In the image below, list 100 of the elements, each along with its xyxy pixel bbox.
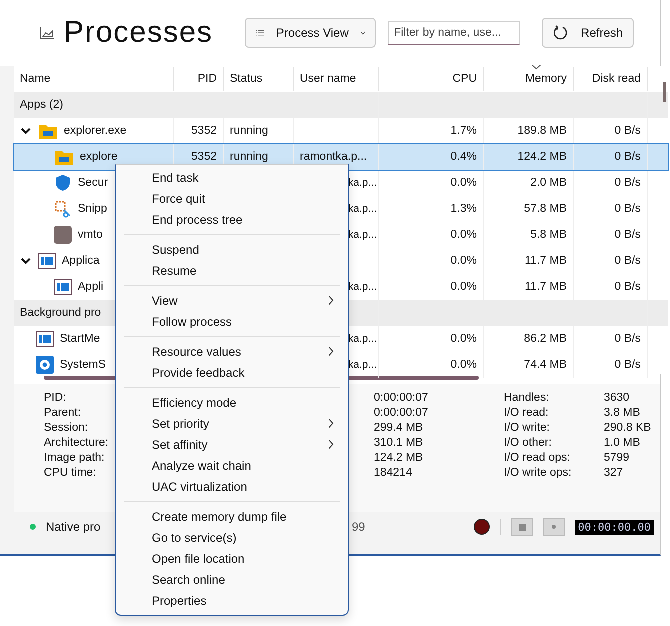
user-text: ka.p... (348, 281, 377, 293)
user-text: ramontka.p... (300, 151, 368, 163)
memory-text: 86.2 MB (524, 333, 567, 345)
disk-text: 0 B/s (614, 255, 641, 267)
detail-value: 124.2 MB (374, 452, 424, 464)
detail-value: 5799 (604, 452, 630, 464)
record-button[interactable] (474, 519, 490, 535)
detail-label: Image path: (44, 452, 105, 464)
detail-value: 1.0 MB (604, 437, 640, 449)
process-name: vmto (78, 229, 103, 241)
detail-value: 184214 (374, 467, 412, 479)
detail-label: CPU time: (44, 467, 96, 479)
group-label: Apps (2) (20, 99, 64, 111)
user-text: ka.p... (348, 203, 377, 215)
menu-item[interactable]: View (116, 290, 348, 311)
user-text: ka.p... (348, 229, 377, 241)
menu-item[interactable]: Open file location (116, 548, 348, 569)
status-text: running (230, 151, 268, 163)
stop-button[interactable] (511, 518, 534, 536)
disk-text: 0 B/s (614, 177, 641, 189)
status-text: running (230, 125, 268, 137)
timer-display: 00:00:00.00 (575, 520, 654, 534)
group-label: Background pro (20, 307, 102, 319)
status-dot (30, 524, 36, 530)
detail-value: 0:00:00:07 (374, 407, 428, 419)
cpu-text: 0.4% (450, 151, 477, 163)
count-label: 99 (352, 520, 366, 534)
cpu-text: 0.0% (450, 229, 477, 241)
disk-text: 0 B/s (614, 229, 641, 241)
disk-text: 0 B/s (614, 151, 641, 163)
cpu-text: 1.3% (450, 203, 477, 215)
process-name: explorer.exe (64, 125, 127, 137)
detail-label: I/O write: (504, 422, 550, 434)
detail-label: I/O read: (504, 407, 549, 419)
column-header[interactable]: Name (14, 67, 174, 91)
caret-icon (360, 30, 366, 36)
process-row[interactable]: explore 5352 running ramontka.p... 0.4% 124.2 MB 0 B/s (14, 144, 668, 170)
menu-item[interactable]: End task (116, 167, 348, 188)
menu-item[interactable]: End process tree (116, 209, 348, 230)
disk-text: 0 B/s (614, 125, 641, 137)
menu-item[interactable]: Force quit (116, 188, 348, 209)
user-text: ka.p... (348, 177, 377, 189)
disk-text: 0 B/s (614, 333, 641, 345)
detail-value: 327 (604, 467, 624, 479)
menu-item[interactable]: Follow process (116, 311, 348, 332)
process-name: explore (80, 151, 118, 163)
process-name: Snipp (78, 203, 108, 215)
menu-item[interactable]: Properties (116, 590, 348, 611)
menu-item[interactable]: UAC virtualization (116, 476, 348, 497)
cpu-text: 0.0% (450, 333, 477, 345)
dot-button[interactable] (543, 518, 566, 536)
cpu-text: 0.0% (450, 255, 477, 267)
menu-item[interactable]: Set affinity (116, 434, 348, 455)
column-header[interactable]: CPU (379, 67, 484, 91)
column-header[interactable]: Memory (484, 67, 574, 91)
detail-label: I/O read ops: (504, 452, 570, 464)
column-header[interactable]: PID (174, 67, 224, 91)
disk-text: 0 B/s (614, 359, 641, 371)
scissors-icon (54, 200, 72, 218)
window-icon (54, 279, 72, 295)
detail-value: 299.4 MB (374, 422, 424, 434)
column-header[interactable]: User name (294, 67, 379, 91)
page-title: Processes (64, 16, 214, 50)
memory-text: 11.7 MB (525, 281, 567, 293)
detail-label: PID: (44, 392, 66, 404)
user-text: ka.p... (348, 359, 377, 371)
folder-icon (54, 148, 74, 166)
column-header[interactable]: Status (224, 67, 294, 91)
window-icon (38, 253, 56, 269)
refresh-icon (553, 25, 570, 41)
memory-text: 11.7 MB (525, 255, 567, 267)
detail-label: Parent: (44, 407, 82, 419)
memory-text: 5.8 MB (530, 229, 567, 241)
memory-text: 124.2 MB (518, 151, 567, 163)
menu-item[interactable]: Create memory dump file (116, 506, 348, 527)
menu-item[interactable]: Resume (116, 260, 348, 281)
menu-item[interactable]: Go to service(s) (116, 527, 348, 548)
refresh-button[interactable]: Refresh (542, 18, 634, 48)
column-header[interactable]: Disk read (574, 67, 648, 91)
user-text: ka.p... (348, 333, 377, 345)
detail-label: Architecture: (44, 437, 109, 449)
cpu-text: 0.0% (450, 359, 477, 371)
process-name: Applica (62, 255, 100, 267)
filter-field[interactable]: Filter by name, use... (388, 21, 520, 45)
detail-value: 3630 (604, 392, 630, 404)
menu-item[interactable]: Resource values (116, 341, 348, 362)
menu-item[interactable]: Set priority (116, 413, 348, 434)
process-name: StartMe (60, 333, 100, 345)
memory-text: 2.0 MB (530, 177, 567, 189)
detail-value: 0:00:00:07 (374, 392, 428, 404)
view-dropdown[interactable]: Process View (245, 18, 376, 48)
menu-item[interactable]: Suspend (116, 239, 348, 260)
menu-item[interactable]: Provide feedback (116, 362, 348, 383)
menu-item[interactable]: Search online (116, 569, 348, 590)
process-name: SystemS (60, 359, 106, 371)
menu-item[interactable]: Analyze wait chain (116, 455, 348, 476)
detail-value: 310.1 MB (374, 437, 424, 449)
menu-item[interactable]: Efficiency mode (116, 392, 348, 413)
cpu-text: 0.0% (450, 177, 477, 189)
folder-icon (38, 122, 58, 140)
